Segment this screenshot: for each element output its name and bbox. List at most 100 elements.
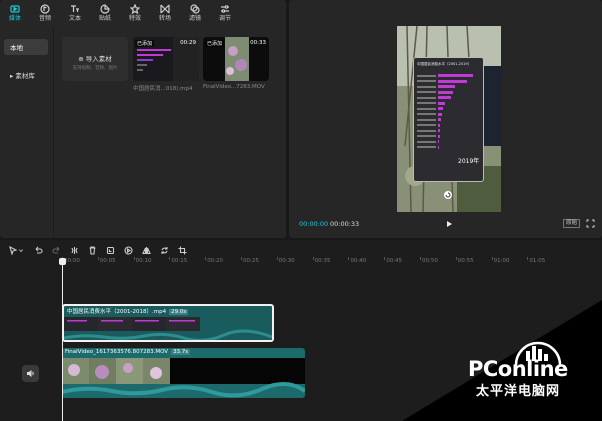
- freeze-button[interactable]: [104, 244, 116, 256]
- ruler-tick-label: 00:10: [135, 258, 152, 264]
- crop-button[interactable]: [176, 244, 188, 256]
- overlay-bar: [438, 85, 455, 88]
- overlay-title: 中国居民消费水平（2001-2019）: [417, 62, 472, 66]
- tab-text[interactable]: 文本: [60, 0, 90, 26]
- overlay-row-label: [417, 102, 436, 104]
- split-button[interactable]: [68, 244, 80, 256]
- media-sidebar: 本地 ▸ 素材库: [0, 27, 54, 238]
- tab-label: 文本: [68, 15, 81, 22]
- fullscreen-icon[interactable]: [586, 219, 595, 228]
- asset-toolbar: 媒体 音频 文本 贴纸 特效 转场 滤镜 调节: [0, 0, 286, 26]
- tab-filter[interactable]: 滤镜: [180, 0, 210, 26]
- ruler-tick: [420, 257, 421, 260]
- sidebar-item-library[interactable]: ▸ 素材库: [4, 67, 48, 83]
- total-time: 00:00:33: [330, 220, 360, 228]
- overlay-row-label: [417, 146, 436, 148]
- ruler-tick-label: 00:00: [64, 258, 80, 264]
- ratio-button[interactable]: 原始: [563, 219, 581, 228]
- import-subtitle: 支持视频、音频、图片: [72, 66, 118, 71]
- watermark-text: PConline: [468, 357, 568, 381]
- watermark-subtitle: 太平洋电脑网: [476, 384, 561, 399]
- clip-title: 中国居民消费水平（2001-2018）.mp4 29.0s: [67, 307, 189, 315]
- reverse-icon: [123, 245, 133, 255]
- clip-name: FinalVideo_1617363576.807283.MOV: [65, 349, 169, 355]
- select-tool-button[interactable]: [6, 244, 26, 256]
- video-clip[interactable]: FinalVideo_1617363576.807283.MOV 33.7s: [62, 348, 305, 398]
- ruler-tick: [205, 257, 207, 260]
- reverse-button[interactable]: [122, 244, 134, 256]
- play-icon[interactable]: [444, 219, 454, 229]
- transition-icon: [160, 4, 170, 14]
- overlay-row-label: [417, 80, 436, 82]
- delete-button[interactable]: [86, 244, 98, 256]
- media-icon: [10, 5, 20, 13]
- video-clip[interactable]: 中国居民消费水平（2001-2018）.mp4 29.0s: [62, 304, 274, 342]
- timeline-ruler[interactable]: 00:00 00:05 00:10 00:15 00:20 00:25 00:30 00:35…: [60, 257, 602, 267]
- ruler-tick-label: 00:05: [99, 258, 116, 264]
- playhead[interactable]: [62, 258, 63, 421]
- tab-label: 媒体: [8, 15, 21, 22]
- ruler-tick-label: 00:15: [171, 258, 188, 264]
- tab-label: 滤镜: [188, 15, 201, 22]
- overlay-row-label: [417, 129, 436, 132]
- added-badge: 已添加: [135, 40, 155, 47]
- playhead-handle[interactable]: [59, 258, 66, 265]
- overlay-bar: [438, 123, 441, 127]
- undo-button[interactable]: [32, 244, 44, 256]
- ruler-tick-label: 00:40: [350, 258, 367, 264]
- filter-icon: [190, 4, 200, 14]
- rotate-button[interactable]: [158, 244, 170, 256]
- ruler-tick: [348, 257, 350, 260]
- tab-media[interactable]: 媒体: [0, 0, 30, 26]
- tab-sticker[interactable]: 贴纸: [90, 0, 120, 26]
- overlay-bar: [438, 107, 443, 110]
- rotate-icon: [160, 246, 168, 254]
- media-file-thumbnail[interactable]: 已添加 00:29: [133, 37, 199, 81]
- redo-icon: [51, 246, 59, 254]
- ruler-tick-label: 00:30: [278, 258, 295, 264]
- tab-adjust[interactable]: 调节: [210, 0, 240, 26]
- adjust-icon: [221, 5, 229, 13]
- overlay-row-label: [417, 124, 436, 126]
- media-file-thumbnail[interactable]: 已添加 00:33: [203, 37, 269, 81]
- track-audio-button[interactable]: [22, 365, 39, 382]
- overlay-bar: [438, 129, 440, 132]
- effects-icon: [130, 4, 140, 14]
- overlay-row-label: [417, 74, 436, 77]
- crop-icon: [178, 246, 186, 254]
- ruler-tick-label: 01:05: [529, 258, 546, 264]
- rotate-handle-icon[interactable]: [443, 190, 453, 200]
- clip-name: 中国居民消费水平（2001-2018）.mp4: [67, 309, 167, 315]
- audio-icon: [40, 4, 50, 14]
- tab-audio[interactable]: 音频: [30, 0, 60, 26]
- chevron-down-icon: [18, 248, 23, 252]
- mirror-button[interactable]: [140, 244, 152, 256]
- ruler-tick: [241, 257, 242, 260]
- overlay-bar: [438, 140, 440, 143]
- split-icon: [70, 246, 78, 254]
- ruler-tick-label: 00:35: [314, 258, 331, 264]
- sidebar-item-label: 本地: [10, 44, 23, 52]
- clip-thumbnails: [64, 317, 272, 340]
- timeline-toolbar: [6, 244, 188, 256]
- redo-button[interactable]: [50, 244, 62, 256]
- overlay-bar: [438, 101, 446, 105]
- sidebar-item-label: ▸ 素材库: [10, 72, 35, 80]
- tab-label: 特效: [128, 15, 141, 22]
- sidebar-item-local[interactable]: 本地: [4, 39, 48, 55]
- ruler-tick-label: 00:55: [457, 258, 474, 264]
- chart-overlay[interactable]: 中国居民消费水平（2001-2019） 2019年: [413, 57, 484, 182]
- overlay-row-label: [417, 113, 436, 115]
- added-badge: 已添加: [205, 40, 225, 47]
- ruler-tick: [133, 257, 135, 260]
- ruler-tick-label: 01:00: [493, 258, 510, 264]
- tab-effects[interactable]: 特效: [120, 0, 150, 26]
- ruler-tick: [312, 257, 314, 260]
- file-name: FinalVideo...7283.MOV: [203, 84, 265, 90]
- tab-transition[interactable]: 转场: [150, 0, 180, 26]
- tab-label: 音频: [38, 15, 51, 22]
- import-media-button[interactable]: ⊕ 导入素材 支持视频、音频、图片: [62, 37, 128, 81]
- import-title: ⊕ 导入素材: [78, 55, 112, 63]
- tab-label: 转场: [158, 15, 171, 22]
- ruler-tick: [169, 257, 171, 260]
